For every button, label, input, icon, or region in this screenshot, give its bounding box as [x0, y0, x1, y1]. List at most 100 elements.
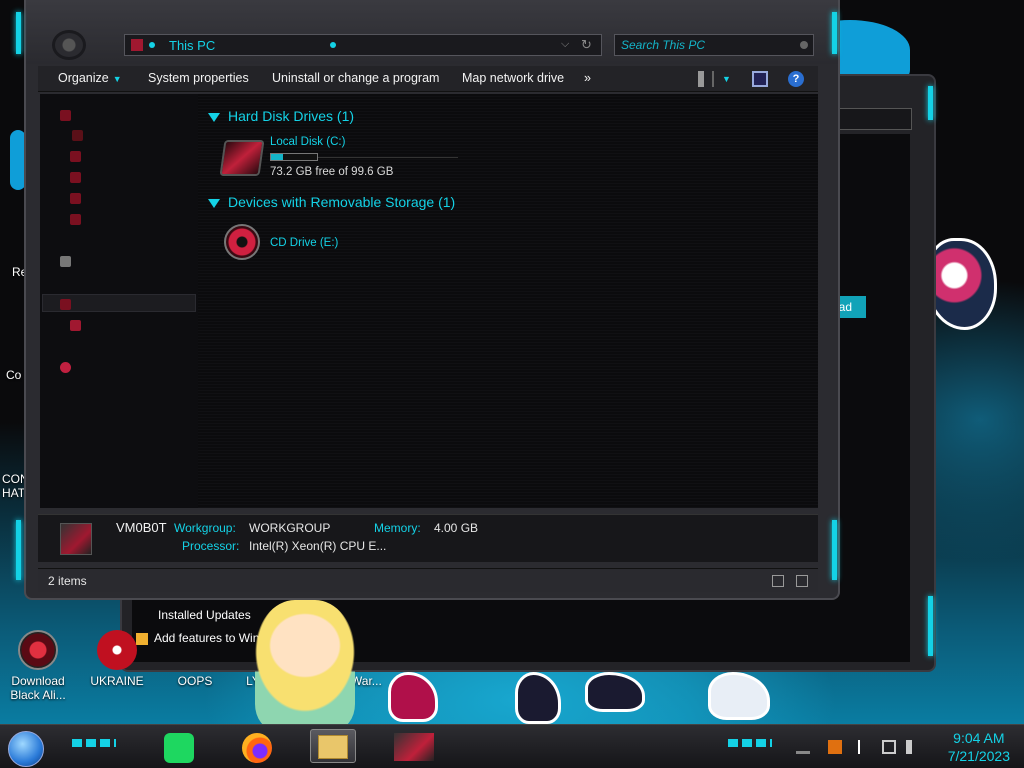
nav-item-local-disk[interactable] — [70, 318, 89, 332]
memory-label: Memory: — [374, 521, 421, 535]
nav-item-folder[interactable] — [70, 191, 89, 205]
frame-accent — [928, 86, 933, 120]
change-view-icon[interactable] — [698, 71, 714, 87]
triangle-down-icon: ▼ — [722, 74, 731, 84]
status-bar: 2 items — [38, 568, 818, 592]
divider — [318, 157, 458, 158]
desktop-icon-ukraine[interactable]: UKRAINE — [82, 630, 152, 688]
app-icon — [97, 630, 137, 670]
item-count: 2 items — [48, 574, 87, 588]
volume-icon[interactable] — [906, 740, 920, 754]
group-header-hard-disk-drives[interactable]: Hard Disk Drives (1) — [208, 108, 354, 124]
view-options-dropdown[interactable]: ▼ — [718, 71, 731, 85]
window-thumbnail-icon — [394, 733, 434, 761]
refresh-icon[interactable]: ↻ — [581, 37, 592, 53]
address-bar[interactable]: This PC ⌵ ↻ — [124, 34, 602, 56]
large-icons-view-icon[interactable] — [796, 575, 808, 587]
back-forward-orb-icon[interactable] — [52, 30, 86, 60]
desktop-icon-label-cut: Co — [6, 368, 22, 382]
details-view-icon[interactable] — [772, 575, 784, 587]
nav-item-folder[interactable] — [70, 170, 89, 184]
clock[interactable]: 9:04 AM 7/21/2023 — [948, 729, 1010, 765]
nav-item-quick-access[interactable] — [60, 108, 79, 122]
file-view: Hard Disk Drives (1) Local Disk (C:) 73.… — [198, 94, 818, 508]
desktop-icon-download[interactable]: Download Black Ali... — [3, 630, 73, 702]
hard-drive-icon — [219, 140, 265, 176]
nav-item-folder[interactable] — [70, 149, 89, 163]
details-pane: VM0B0T Workgroup: WORKGROUP Memory: 4.00… — [38, 514, 818, 562]
nav-item-network[interactable] — [60, 254, 79, 268]
organize-menu[interactable]: Organize ▼ — [58, 71, 122, 85]
command-bar: Organize ▼ System properties Uninstall or… — [38, 66, 818, 92]
show-hidden-icons[interactable] — [796, 740, 810, 754]
tray-app-icon[interactable] — [828, 740, 842, 754]
task-link-installed-updates[interactable]: Installed Updates — [158, 604, 259, 627]
breadcrumb-this-pc[interactable]: This PC — [169, 38, 215, 53]
flag-icon[interactable] — [858, 740, 872, 754]
firefox-taskbar-icon[interactable] — [242, 733, 272, 763]
navigation-pane — [40, 94, 198, 508]
preview-pane-icon[interactable] — [752, 71, 768, 87]
group-title: Hard Disk Drives (1) — [228, 108, 355, 124]
system-properties-button[interactable]: System properties — [148, 71, 249, 85]
breadcrumb-separator-icon[interactable] — [149, 42, 155, 48]
breadcrumb-separator-icon[interactable] — [330, 42, 336, 48]
nav-item-this-pc[interactable] — [60, 297, 79, 311]
wallpaper-shoe — [515, 672, 561, 724]
triangle-down-icon: ▼ — [112, 74, 122, 84]
desktop-icon-label: OOPS — [177, 674, 213, 688]
clock-date: 7/21/2023 — [947, 748, 1010, 764]
desktop-icon-label: UKRAINE — [90, 674, 144, 688]
computer-icon — [60, 523, 92, 555]
desktop-icon-label-cut: CON HAT — [2, 472, 29, 500]
wallpaper-shoe — [388, 672, 438, 722]
memory-value: 4.00 GB — [434, 521, 479, 535]
search-box[interactable]: Search This PC — [614, 34, 814, 56]
workgroup-value: WORKGROUP — [249, 521, 331, 535]
taskbar-accent — [72, 739, 116, 747]
drive-usage-bar — [270, 153, 318, 161]
search-input[interactable]: Search This PC — [621, 38, 705, 52]
drive-icon — [70, 320, 81, 332]
processor-value: Intel(R) Xeon(R) CPU E... — [249, 539, 387, 553]
app-icon — [175, 630, 215, 670]
drive-usage-fill — [271, 154, 284, 160]
taskbar: 9:04 AM 7/21/2023 — [0, 724, 1024, 768]
cd-drive-icon — [224, 224, 260, 260]
drive-free-space: 73.2 GB free of 99.6 GB — [270, 166, 394, 178]
folder-icon — [70, 193, 81, 205]
frame-accent — [16, 12, 21, 54]
taskbar-accent — [728, 739, 772, 747]
star-icon — [60, 110, 71, 122]
background-window-address-bar[interactable] — [836, 108, 912, 130]
chevron-down-icon — [208, 112, 220, 122]
nav-item-folder[interactable] — [72, 128, 91, 142]
chevron-down-icon[interactable]: ⌵ — [561, 38, 569, 51]
network-icon[interactable] — [882, 740, 896, 754]
group-header-removable-storage[interactable]: Devices with Removable Storage (1) — [208, 194, 455, 210]
desktop-character-sticker — [255, 600, 355, 730]
group-title: Devices with Removable Storage (1) — [228, 194, 456, 210]
map-network-drive-button[interactable]: Map network drive — [462, 71, 564, 85]
more-commands-button[interactable]: » — [584, 71, 591, 85]
title-bar[interactable]: This PC ⌵ ↻ Search This PC — [26, 0, 838, 64]
search-icon[interactable] — [800, 41, 808, 49]
spotify-taskbar-icon[interactable] — [164, 733, 194, 763]
chevron-down-icon — [208, 198, 220, 208]
nav-item-folder[interactable] — [70, 212, 89, 226]
explorer-window[interactable]: This PC ⌵ ↻ Search This PC Organize ▼ Sys… — [24, 0, 840, 600]
start-button[interactable] — [8, 731, 44, 767]
uninstall-program-button[interactable]: Uninstall or change a program — [272, 71, 439, 85]
nav-item-network-location[interactable] — [60, 360, 79, 374]
folder-icon — [72, 130, 83, 142]
help-icon[interactable]: ? — [788, 71, 804, 87]
frame-accent — [928, 596, 933, 656]
folder-icon — [70, 172, 81, 184]
folder-icon — [70, 214, 81, 226]
desktop-icon-label: Download Black Ali... — [10, 674, 66, 702]
processor-label: Processor: — [182, 539, 240, 553]
clock-time: 9:04 AM — [953, 730, 1005, 746]
drive-name: Local Disk (C:) — [270, 136, 346, 148]
organize-label: Organize — [58, 71, 109, 85]
folder-icon — [318, 735, 348, 759]
